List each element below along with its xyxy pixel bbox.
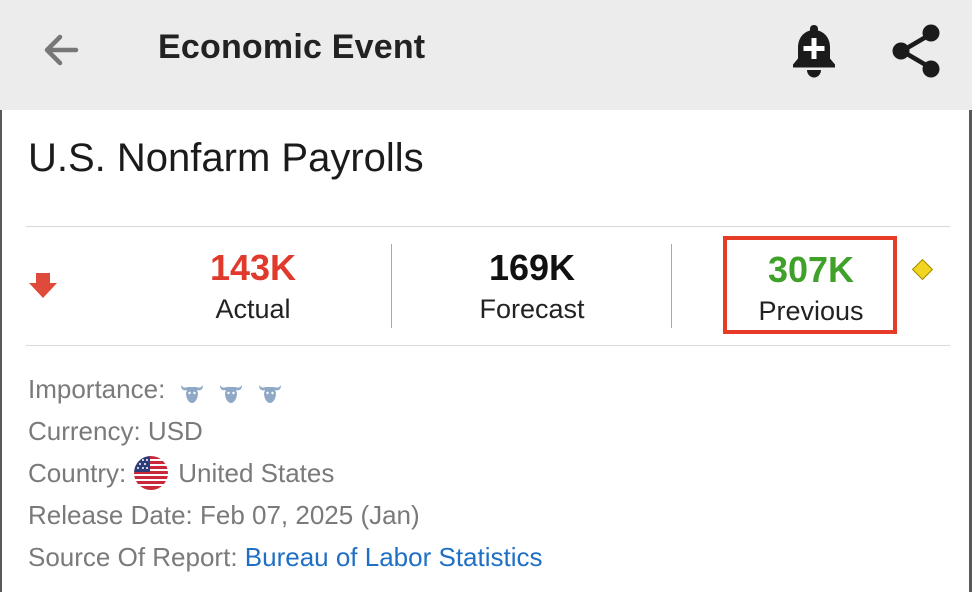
previous-label: Previous	[758, 296, 864, 326]
back-button[interactable]	[36, 28, 88, 72]
source-link[interactable]: Bureau of Labor Statistics	[245, 542, 543, 572]
forecast-label: Forecast	[479, 294, 585, 324]
actual-value: 143K	[209, 247, 297, 288]
stat-divider	[391, 244, 392, 328]
importance-rating	[179, 376, 289, 407]
divider-bottom	[26, 345, 950, 346]
add-alert-button[interactable]	[786, 20, 842, 82]
arrow-left-icon	[44, 34, 79, 66]
us-flag-icon	[134, 456, 169, 491]
release-date-row: Release Date: Feb 07, 2025 (Jan)	[28, 500, 420, 530]
forecast-stat: 169K Forecast	[412, 247, 652, 325]
divider-top	[26, 226, 950, 227]
importance-row: Importance:	[28, 374, 289, 407]
country-value: United States	[178, 458, 335, 488]
bull-icon	[219, 384, 242, 403]
bell-plus-icon	[793, 25, 835, 78]
arrow-down-icon	[29, 273, 57, 298]
actual-stat: 143K Actual	[133, 247, 373, 325]
importance-label: Importance:	[28, 374, 166, 404]
source-label: Source Of Report:	[28, 542, 238, 572]
forecast-value: 169K	[488, 247, 576, 288]
previous-value: 307K	[767, 249, 855, 290]
event-title: U.S. Nonfarm Payrolls	[28, 136, 424, 180]
stat-divider	[671, 244, 672, 328]
country-row: Country: United States	[28, 456, 335, 492]
country-label: Country:	[28, 458, 127, 488]
previous-stat: 307K Previous	[691, 249, 931, 327]
currency-row: Currency: USD	[28, 416, 203, 446]
source-row: Source Of Report: Bureau of Labor Statis…	[28, 542, 543, 573]
actual-label: Actual	[215, 294, 291, 324]
bull-icon	[180, 384, 203, 403]
bull-icon	[259, 384, 281, 403]
share-button[interactable]	[888, 22, 944, 80]
app-bar: Economic Event	[0, 0, 972, 110]
app-bar-title: Economic Event	[158, 28, 426, 66]
share-icon	[892, 24, 940, 78]
